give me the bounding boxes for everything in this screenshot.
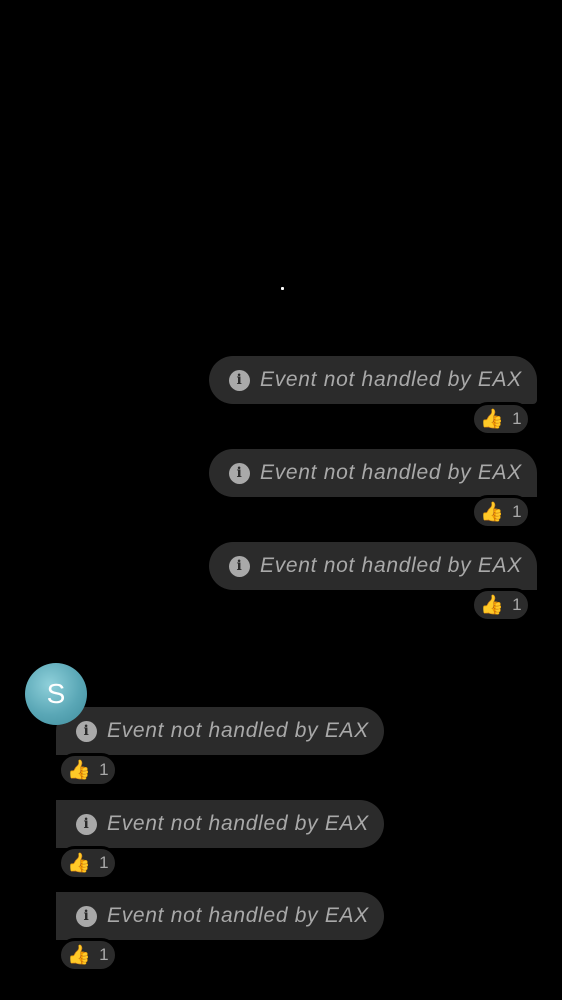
message-bubble[interactable]: i Event not handled by EAX [209, 356, 537, 404]
message-text: Event not handled by EAX [260, 368, 522, 391]
info-icon: i [229, 369, 250, 391]
thumbs-up-icon: 👍 [480, 408, 505, 430]
thumbs-up-icon: 👍 [480, 594, 505, 616]
reaction-chip[interactable]: 👍 1 [58, 753, 118, 787]
info-icon: i [76, 813, 97, 835]
reaction-count: 1 [99, 945, 109, 964]
reaction-count: 1 [512, 595, 522, 614]
message-text: Event not handled by EAX [260, 461, 522, 484]
reaction-count: 1 [99, 760, 109, 779]
message-text: Event not handled by EAX [107, 719, 369, 742]
info-icon: i [76, 720, 97, 742]
message-bubble[interactable]: i Event not handled by EAX [209, 542, 537, 590]
reaction-chip[interactable]: 👍 1 [58, 938, 118, 972]
thumbs-up-icon: 👍 [67, 759, 92, 781]
reaction-count: 1 [512, 502, 522, 521]
thumbs-up-icon: 👍 [67, 852, 92, 874]
message-text: Event not handled by EAX [260, 554, 522, 577]
thumbs-up-icon: 👍 [67, 944, 92, 966]
info-icon: i [229, 555, 250, 577]
reaction-count: 1 [512, 409, 522, 428]
info-icon: i [229, 462, 250, 484]
loading-dot [281, 287, 284, 290]
message-text: Event not handled by EAX [107, 904, 369, 927]
message-bubble[interactable]: i Event not handled by EAX [56, 707, 384, 755]
message-bubble[interactable]: i Event not handled by EAX [209, 449, 537, 497]
message-bubble[interactable]: i Event not handled by EAX [56, 892, 384, 940]
reaction-count: 1 [99, 853, 109, 872]
reaction-chip[interactable]: 👍 1 [471, 588, 531, 622]
message-bubble[interactable]: i Event not handled by EAX [56, 800, 384, 848]
message-text: Event not handled by EAX [107, 812, 369, 835]
thumbs-up-icon: 👍 [480, 501, 505, 523]
info-icon: i [76, 905, 97, 927]
avatar-letter: S [46, 678, 66, 709]
reaction-chip[interactable]: 👍 1 [58, 846, 118, 880]
avatar[interactable]: S [25, 663, 87, 725]
reaction-chip[interactable]: 👍 1 [471, 402, 531, 436]
reaction-chip[interactable]: 👍 1 [471, 495, 531, 529]
